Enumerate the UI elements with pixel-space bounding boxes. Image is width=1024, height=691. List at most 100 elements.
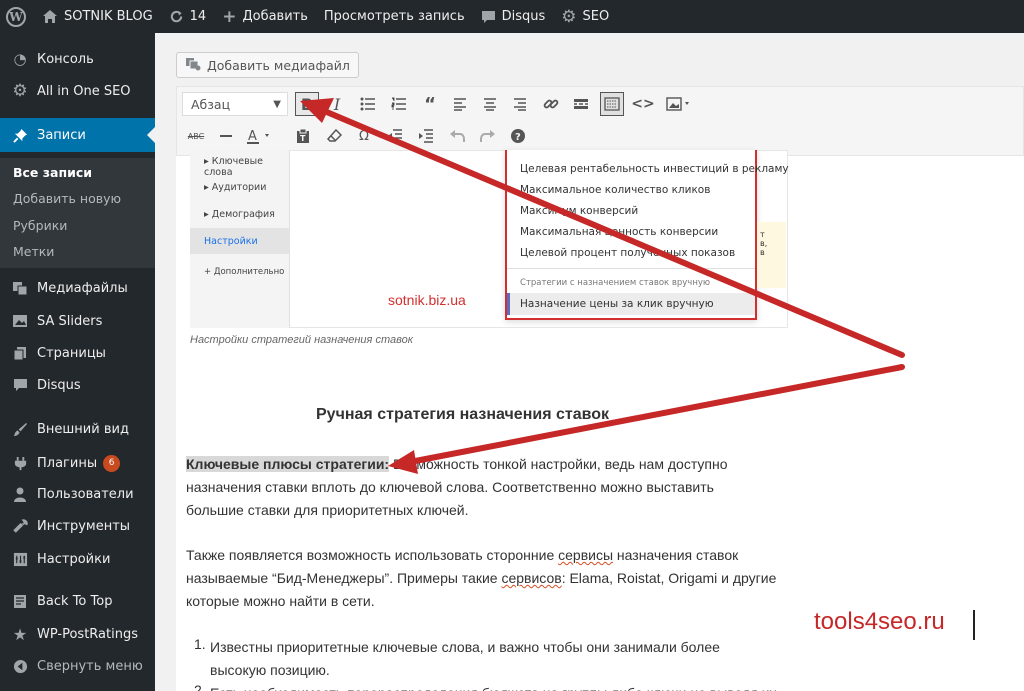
site-name-label: SOTNIK BLOG [64, 9, 153, 24]
screenshot-menu-item: ▸ Аудитории [204, 182, 267, 193]
sidebar-item-label: Медиафайлы [37, 280, 128, 296]
align-center-icon[interactable] [478, 92, 502, 116]
bullet-list-icon[interactable] [356, 92, 380, 116]
paragraph-text: называемые “Бид-Менеджеры”. Примеры таки… [186, 570, 502, 586]
sidebar-item-settings[interactable]: Настройки [0, 547, 155, 571]
star-icon: ★ [12, 624, 28, 644]
updates-link[interactable]: 14 [161, 0, 215, 33]
submenu-categories[interactable]: Рубрики [13, 218, 67, 233]
sidebar-item-tools[interactable]: Инструменты [0, 514, 155, 538]
help-icon[interactable]: ? [506, 124, 530, 148]
sidebar-item-posts[interactable]: Записи [0, 118, 155, 152]
sidebar-item-users[interactable]: Пользователи [0, 482, 155, 506]
sidebar-item-sa-sliders[interactable]: SA Sliders [0, 309, 155, 333]
highlighted-bold-text: Ключевые плюсы стратегии: [186, 456, 390, 472]
seo-link[interactable]: ⚙ SEO [553, 0, 617, 33]
sidebar-item-label: Back To Top [37, 593, 113, 609]
sidebar-item-wp-postratings[interactable]: ★ WP-PostRatings [0, 622, 155, 646]
admin-bar: W SOTNIK BLOG 14 + Добавить Просмотреть … [0, 0, 1024, 33]
add-media-label: Добавить медиафайл [207, 57, 350, 73]
paragraph-1-line-1: Ключевые плюсы стратегии: Возможность то… [186, 453, 727, 476]
disqus-link[interactable]: Disqus [473, 0, 554, 33]
site-name-link[interactable]: SOTNIK BLOG [34, 0, 161, 33]
text-color-icon[interactable]: A [244, 124, 278, 148]
paste-text-icon[interactable]: T [291, 124, 315, 148]
sidebar-item-label: Свернуть меню [37, 658, 143, 674]
paragraph-2-line-1: Также появляется возможность использоват… [186, 544, 738, 567]
sidebar-item-media[interactable]: Медиафайлы [0, 276, 155, 300]
add-media-button[interactable]: Добавить медиафайл [176, 52, 359, 78]
slider-icon [10, 314, 30, 328]
add-media-icon [185, 57, 201, 74]
pin-icon [10, 128, 30, 143]
sidebar-item-label: Записи [37, 127, 86, 143]
sidebar-item-label: Консоль [37, 51, 94, 67]
toolbar-toggle-icon[interactable] [600, 92, 624, 116]
sidebar-collapse-menu[interactable]: Свернуть меню [0, 654, 155, 678]
screenshot-strategy-dropdown: Целевая рентабельность инвестиций в рекл… [505, 150, 789, 320]
screenshot-menu-item: ▸ Ключевые слова [204, 156, 264, 178]
screenshot-menu-item-selected: Настройки [190, 228, 290, 254]
align-right-icon[interactable] [508, 92, 532, 116]
sidebar-item-label: WP-PostRatings [37, 626, 138, 642]
sidebar-item-appearance[interactable]: Внешний вид [0, 417, 155, 441]
wordpress-admin-editor: W SOTNIK BLOG 14 + Добавить Просмотреть … [0, 0, 1024, 691]
screenshot-left-menu: ▸ Ключевые слова ▸ Аудитории ▸ Демографи… [190, 150, 290, 328]
sidebar-item-plugins[interactable]: Плагины 6 [0, 451, 155, 475]
submenu-all-posts[interactable]: Все записи [13, 165, 92, 180]
special-character-icon[interactable]: Ω [352, 124, 376, 148]
text-cursor [973, 610, 975, 640]
submenu-add-new[interactable]: Добавить новую [13, 191, 121, 206]
bold-icon[interactable]: B [295, 92, 319, 116]
home-icon [42, 9, 58, 24]
paragraph-text: Также появляется возможность использоват… [186, 547, 559, 563]
strategy-option: Максимум конверсий [520, 205, 639, 217]
list-item-number: 1. [194, 636, 206, 652]
format-select[interactable]: Абзац ▼ [182, 92, 288, 116]
sidebar-item-label: Disqus [37, 377, 81, 393]
indent-icon[interactable] [414, 124, 438, 148]
clear-formatting-icon[interactable] [322, 124, 346, 148]
refresh-icon [169, 9, 184, 24]
italic-icon[interactable]: I [325, 92, 349, 116]
read-more-icon[interactable] [569, 92, 593, 116]
code-icon[interactable]: <> [631, 92, 655, 116]
list-item-1-line-2: высокую позицию. [210, 662, 330, 678]
view-post-link[interactable]: Просмотреть запись [316, 0, 473, 33]
svg-text:A: A [248, 129, 257, 144]
list-item-number: 2. [194, 682, 206, 691]
updates-count: 14 [189, 9, 207, 24]
numbered-list-icon[interactable] [387, 92, 411, 116]
sidebar-item-label: Плагины [37, 455, 98, 471]
sidebar-item-all-in-one-seo[interactable]: ⚙ All in One SEO [0, 79, 155, 103]
admin-sidebar: ◔ Консоль ⚙ All in One SEO Записи Все за… [0, 33, 155, 691]
sidebar-item-label: Пользователи [37, 486, 134, 502]
comment-icon [481, 10, 496, 24]
blockquote-icon[interactable]: “ [418, 92, 442, 116]
horizontal-line-icon[interactable] [214, 124, 238, 148]
redo-icon[interactable] [476, 124, 500, 148]
sidebar-item-console[interactable]: ◔ Консоль [0, 47, 155, 71]
sidebar-item-label: All in One SEO [37, 83, 131, 99]
strikethrough-icon[interactable]: ABC [184, 124, 208, 148]
sidebar-item-back-to-top[interactable]: Back To Top [0, 589, 155, 613]
pages-icon [10, 346, 30, 361]
outdent-icon[interactable] [383, 124, 407, 148]
screenshot-peek-panel: т в, в [757, 222, 786, 288]
add-new-link[interactable]: + Добавить [214, 0, 316, 33]
paragraph-text: : Elama, Roistat, Origami и другие [561, 570, 777, 586]
wp-logo-menu[interactable]: W [0, 0, 34, 33]
align-left-icon[interactable] [448, 92, 472, 116]
insert-image-dropdown-icon[interactable] [662, 92, 698, 116]
peek-text: т [760, 230, 765, 239]
paragraph-2-line-2: называемые “Бид-Менеджеры”. Примеры таки… [186, 567, 776, 590]
undo-icon[interactable] [445, 124, 469, 148]
submenu-tags[interactable]: Метки [13, 244, 54, 259]
sidebar-item-disqus[interactable]: Disqus [0, 373, 155, 397]
sidebar-item-pages[interactable]: Страницы [0, 341, 155, 365]
paragraph-text: назначения ставок [613, 547, 739, 563]
link-icon[interactable] [539, 92, 563, 116]
svg-text:T: T [300, 134, 306, 143]
chevron-down-icon: ▼ [273, 99, 281, 110]
tools4seo-watermark: tools4seo.ru [814, 608, 945, 635]
